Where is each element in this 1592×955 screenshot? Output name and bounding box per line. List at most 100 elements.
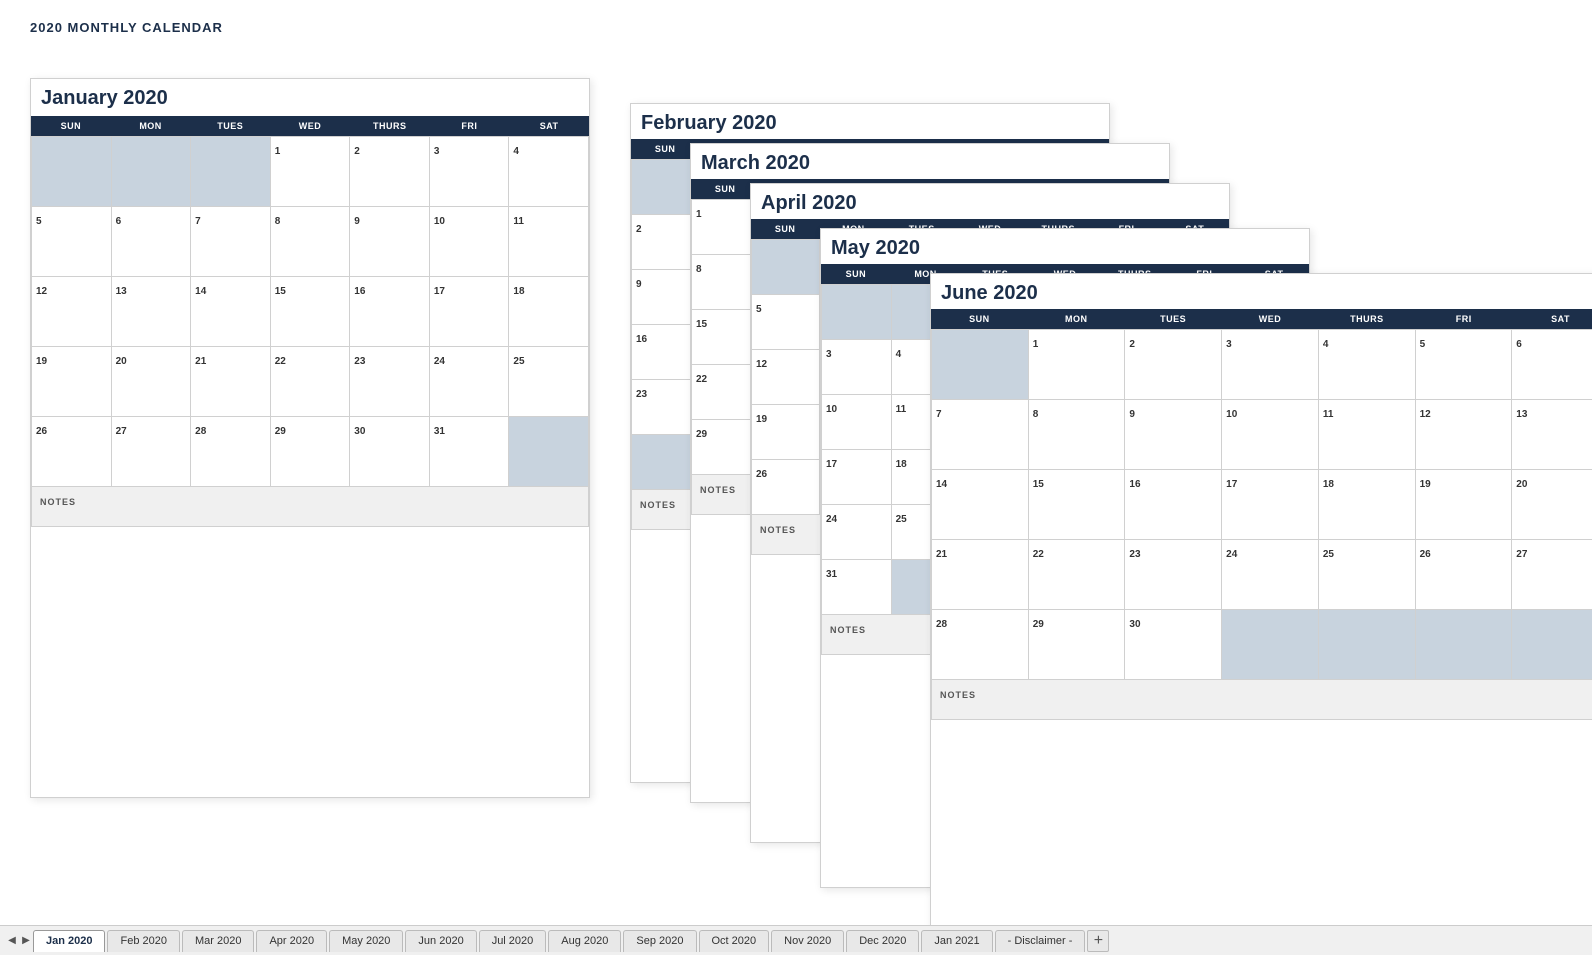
february-title: February 2020 [631,104,1109,139]
table-row: 15 [271,277,351,347]
header-thurs: THURS [1318,309,1415,329]
june-notes: NOTES [931,680,1592,720]
table-row: 12 [32,277,112,347]
table-row: 7 [932,400,1029,470]
tab-dec-2020[interactable]: Dec 2020 [846,930,919,952]
table-row: 6 [1512,330,1592,400]
tab-may-2020[interactable]: May 2020 [329,930,403,952]
header-sun: SUN [821,264,891,284]
table-row: 16 [350,277,430,347]
table-row: 26 [32,417,112,487]
table-row: 26 [752,460,820,515]
table-row: 23 [1125,540,1222,610]
april-title: April 2020 [751,184,1229,219]
table-row: 15 [1029,470,1126,540]
table-row: 8 [271,207,351,277]
tab-prev-arrow[interactable]: ◀ [5,930,19,952]
table-row: 7 [191,207,271,277]
table-row [932,330,1029,400]
tab-oct-2020[interactable]: Oct 2020 [699,930,770,952]
app-container: 2020 MONTHLY CALENDAR January 2020 SUN M… [0,0,1592,955]
tab-mar-2020[interactable]: Mar 2020 [182,930,254,952]
table-row: 1 [1029,330,1126,400]
table-row: 16 [1125,470,1222,540]
tab-jan-2020[interactable]: Jan 2020 [33,930,105,952]
header-sun: SUN [31,116,111,136]
table-row: 31 [822,560,892,615]
table-row: 27 [1512,540,1592,610]
tab-nov-2020[interactable]: Nov 2020 [771,930,844,952]
table-row: 17 [822,450,892,505]
table-row: 28 [191,417,271,487]
table-row: 5 [32,207,112,277]
table-row [1512,610,1592,680]
table-row: 9 [1125,400,1222,470]
tab-sep-2020[interactable]: Sep 2020 [623,930,696,952]
table-row: 24 [822,505,892,560]
table-row: 11 [509,207,589,277]
tab-jan-2021[interactable]: Jan 2021 [921,930,992,952]
table-row: 13 [112,277,192,347]
table-row: 30 [350,417,430,487]
table-row: 14 [191,277,271,347]
table-row: 1 [271,137,351,207]
tab-jul-2020[interactable]: Jul 2020 [479,930,547,952]
table-row: 25 [1319,540,1416,610]
tab-bar: ◀ ▶ Jan 2020 Feb 2020 Mar 2020 Apr 2020 … [0,925,1592,955]
table-row: 20 [112,347,192,417]
header-fri: FRI [430,116,510,136]
calendar-june: June 2020 SUN MON TUES WED THURS FRI SAT [930,273,1592,925]
table-row: 28 [932,610,1029,680]
tab-feb-2020[interactable]: Feb 2020 [107,930,179,952]
table-row: 29 [1029,610,1126,680]
tab-add-button[interactable]: + [1087,930,1109,952]
table-row: 19 [1416,470,1513,540]
january-notes: NOTES [31,487,589,527]
header-tues: TUES [1125,309,1222,329]
page-title: 2020 MONTHLY CALENDAR [30,20,1562,35]
table-row: 21 [932,540,1029,610]
table-row [509,417,589,487]
header-sun: SUN [931,309,1028,329]
header-fri: FRI [1415,309,1512,329]
tab-disclaimer[interactable]: - Disclaimer - [995,930,1086,952]
january-title: January 2020 [31,79,589,114]
january-header: SUN MON TUES WED THURS FRI SAT [31,116,589,136]
header-thurs: THURS [350,116,430,136]
table-row: 3 [1222,330,1319,400]
header-sun: SUN [751,219,819,239]
table-row: 24 [430,347,510,417]
tab-apr-2020[interactable]: Apr 2020 [256,930,327,952]
tab-jun-2020[interactable]: Jun 2020 [405,930,476,952]
table-row: 10 [1222,400,1319,470]
table-row: 29 [271,417,351,487]
calendar-january: January 2020 SUN MON TUES WED THURS FRI … [30,78,590,798]
table-row: 12 [1416,400,1513,470]
tab-aug-2020[interactable]: Aug 2020 [548,930,621,952]
header-wed: WED [270,116,350,136]
table-row: 4 [509,137,589,207]
table-row: 10 [822,395,892,450]
table-row [1416,610,1513,680]
table-row: 19 [752,405,820,460]
table-row: 23 [350,347,430,417]
table-row [191,137,271,207]
june-header: SUN MON TUES WED THURS FRI SAT [931,309,1592,329]
table-row: 17 [430,277,510,347]
calendar-stack: January 2020 SUN MON TUES WED THURS FRI … [30,43,1562,883]
table-row: 6 [112,207,192,277]
header-wed: WED [1222,309,1319,329]
table-row: 20 [1512,470,1592,540]
table-row: 30 [1125,610,1222,680]
table-row: 4 [1319,330,1416,400]
january-body: 1 2 3 4 5 6 7 8 9 10 11 12 13 [31,136,589,487]
tab-next-arrow[interactable]: ▶ [19,930,33,952]
table-row: 3 [822,340,892,395]
march-title: March 2020 [691,144,1169,179]
table-row: 19 [32,347,112,417]
table-row: 11 [1319,400,1416,470]
table-row [32,137,112,207]
header-mon: MON [111,116,191,136]
june-grid: SUN MON TUES WED THURS FRI SAT 1 2 3 [931,309,1592,720]
june-body: 1 2 3 4 5 6 7 8 9 10 11 12 13 14 [931,329,1592,680]
